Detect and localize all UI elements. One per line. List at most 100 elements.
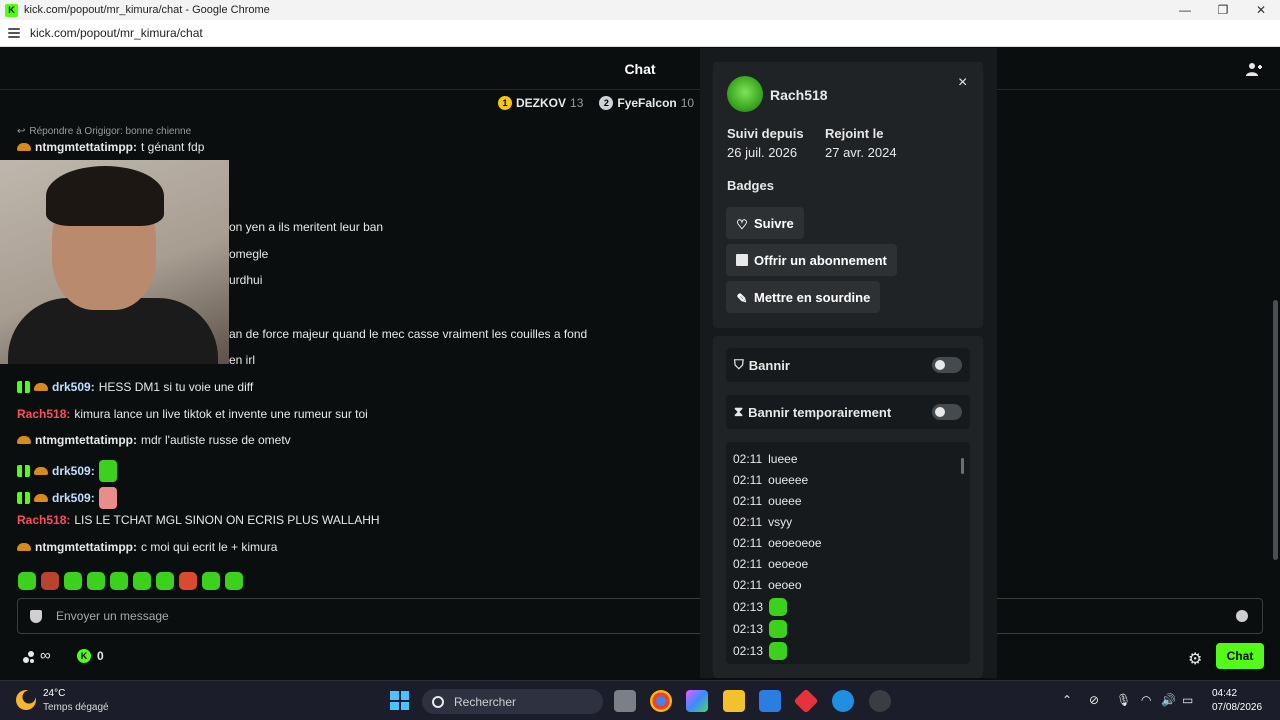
message-history[interactable]: 02:11 lueee 02:11 oueeee 02:11 oueee 02:11 vsyy…	[726, 442, 970, 664]
weather-description[interactable]: Temps dégagé	[43, 702, 109, 713]
chat-message[interactable]: ntmgmtettatimpp: mdr l'autiste russe de o…	[17, 433, 291, 447]
leaderboard-item[interactable]: 1 DEZKOV 13	[498, 96, 583, 110]
emote-icon[interactable]	[179, 572, 197, 590]
hat-badge-icon[interactable]	[34, 494, 48, 502]
store-icon[interactable]	[759, 690, 781, 712]
message-username[interactable]: ntmgmtettatimpp:	[35, 140, 137, 154]
chat-message[interactable]: ntmgmtettatimpp: c moi qui ecrit le + kim…	[17, 540, 277, 554]
emote-icon[interactable]	[18, 572, 36, 590]
weather-moon-icon[interactable]	[16, 690, 36, 710]
chat-message[interactable]: Rach518: kimura lance un live tiktok et i…	[17, 407, 368, 421]
help-icon[interactable]	[832, 690, 854, 712]
badges-label: Badges	[727, 178, 774, 193]
emote-icon[interactable]	[110, 572, 128, 590]
channel-points-icon[interactable]	[22, 650, 36, 664]
history-line: 02:13	[733, 620, 788, 638]
message-text: on yen a ils meritent leur ban	[229, 220, 384, 234]
emote-icon[interactable]	[98, 460, 117, 482]
red-app-icon[interactable]	[793, 688, 819, 714]
chat-message[interactable]: en irl	[229, 353, 255, 367]
emote-icon[interactable]	[98, 487, 117, 509]
copilot-icon[interactable]	[686, 690, 708, 712]
message-username[interactable]: Rach518:	[17, 407, 70, 421]
emote-icon[interactable]	[225, 572, 243, 590]
message-username[interactable]: drk509:	[52, 491, 95, 505]
send-chat-button[interactable]: Chat	[1216, 643, 1264, 669]
user-list-icon[interactable]	[1246, 62, 1262, 76]
history-line: 02:13	[733, 642, 788, 660]
ban-toggle[interactable]	[932, 357, 962, 373]
wifi-icon[interactable]: ◠	[1141, 693, 1151, 707]
timeout-row[interactable]: ⧗ Bannir temporairement	[726, 395, 970, 429]
message-username[interactable]: ntmgmtettatimpp:	[35, 433, 137, 447]
timeout-toggle[interactable]	[932, 404, 962, 420]
shield-icon[interactable]	[30, 609, 42, 623]
message-username[interactable]: Rach518:	[17, 513, 70, 527]
hat-badge-icon[interactable]	[17, 436, 31, 444]
emoji-picker-icon[interactable]	[1236, 610, 1248, 622]
ban-row[interactable]: ⛉ Bannir	[726, 348, 970, 382]
follow-button[interactable]: ♡ Suivre	[726, 207, 804, 239]
close-window-icon[interactable]: ✕	[1242, 0, 1280, 20]
clock-time[interactable]: 04:42	[1212, 688, 1237, 699]
site-settings-icon[interactable]	[8, 28, 20, 38]
tray-chevron-icon[interactable]: ⌃	[1062, 693, 1072, 707]
gift-badge-icon[interactable]	[17, 381, 30, 393]
chat-message[interactable]: on yen a ils meritent leur ban	[229, 220, 383, 234]
emote-icon[interactable]	[64, 572, 82, 590]
file-explorer-icon[interactable]	[723, 690, 745, 712]
microphone-icon[interactable]: 🎙	[1116, 693, 1131, 707]
message-username[interactable]: ntmgmtettatimpp:	[35, 540, 137, 554]
chat-message[interactable]: Rach518: LIS LE TCHAT MGL SINON ON ECRIS …	[17, 513, 380, 527]
speaker-icon[interactable]: 🔊	[1161, 693, 1176, 707]
leaderboard-item[interactable]: 2 FyeFalcon 10	[599, 96, 694, 110]
leaderboard-name: DEZKOV	[516, 96, 567, 110]
chat-message[interactable]: urdhui	[229, 273, 262, 287]
address-bar[interactable]: kick.com/popout/mr_kimura/chat	[0, 20, 1280, 47]
joined-value: 27 avr. 2024	[825, 145, 897, 160]
emote-icon[interactable]	[202, 572, 220, 590]
battery-icon[interactable]: ▭	[1182, 693, 1193, 707]
gift-badge-icon[interactable]	[17, 492, 30, 504]
obs-icon[interactable]	[869, 690, 891, 712]
chat-message[interactable]: drk509: HESS DM1 si tu voie une diff	[17, 380, 253, 394]
chat-message[interactable]: ntmgmtettatimpp: t génant fdp	[17, 140, 204, 154]
emote-icon[interactable]	[41, 572, 59, 590]
network-off-icon[interactable]: ⊘	[1089, 693, 1099, 707]
emote-icon[interactable]	[87, 572, 105, 590]
chat-title: Chat	[624, 61, 656, 77]
emote-icon[interactable]	[133, 572, 151, 590]
chat-message[interactable]: drk509:	[17, 460, 117, 482]
clock-date[interactable]: 07/08/2026	[1212, 702, 1262, 713]
search-icon	[432, 695, 444, 708]
chat-message[interactable]: an de force majeur quand le mec casse vr…	[229, 327, 587, 341]
hat-badge-icon[interactable]	[17, 143, 31, 151]
weather-temperature[interactable]: 24°C	[43, 688, 65, 699]
reply-reference[interactable]: ↩ Répondre à Origigor: bonne chienne	[17, 124, 697, 138]
message-username[interactable]: drk509:	[52, 380, 95, 394]
emote-icon[interactable]	[156, 572, 174, 590]
chat-message[interactable]: drk509:	[17, 487, 117, 509]
gift-sub-button[interactable]: Offrir un abonnement	[726, 244, 897, 276]
taskbar-search[interactable]: Rechercher	[422, 689, 603, 714]
hat-badge-icon[interactable]	[34, 467, 48, 475]
minimize-icon[interactable]: —	[1166, 0, 1204, 20]
windows-start-icon[interactable]	[390, 691, 409, 710]
url-text[interactable]: kick.com/popout/mr_kimura/chat	[30, 26, 203, 40]
message-username[interactable]: drk509:	[52, 464, 95, 478]
gift-badge-icon[interactable]	[17, 465, 30, 477]
leaderboard-points: 10	[680, 96, 695, 110]
task-view-icon[interactable]	[614, 690, 636, 712]
hat-badge-icon[interactable]	[34, 383, 48, 391]
maximize-icon[interactable]: ❐	[1204, 0, 1242, 20]
close-icon[interactable]: ×	[958, 74, 967, 92]
message-input-box[interactable]	[17, 598, 1263, 634]
chat-message[interactable]: omegle	[229, 247, 268, 261]
page-scrollbar[interactable]	[1273, 300, 1278, 560]
infinity-text: ∞	[40, 647, 51, 664]
history-scrollbar[interactable]	[961, 458, 964, 474]
gear-icon[interactable]: ⚙	[1188, 649, 1202, 669]
chrome-icon[interactable]	[650, 690, 672, 712]
hat-badge-icon[interactable]	[17, 543, 31, 551]
mute-button[interactable]: ✎ Mettre en sourdine	[726, 281, 881, 313]
